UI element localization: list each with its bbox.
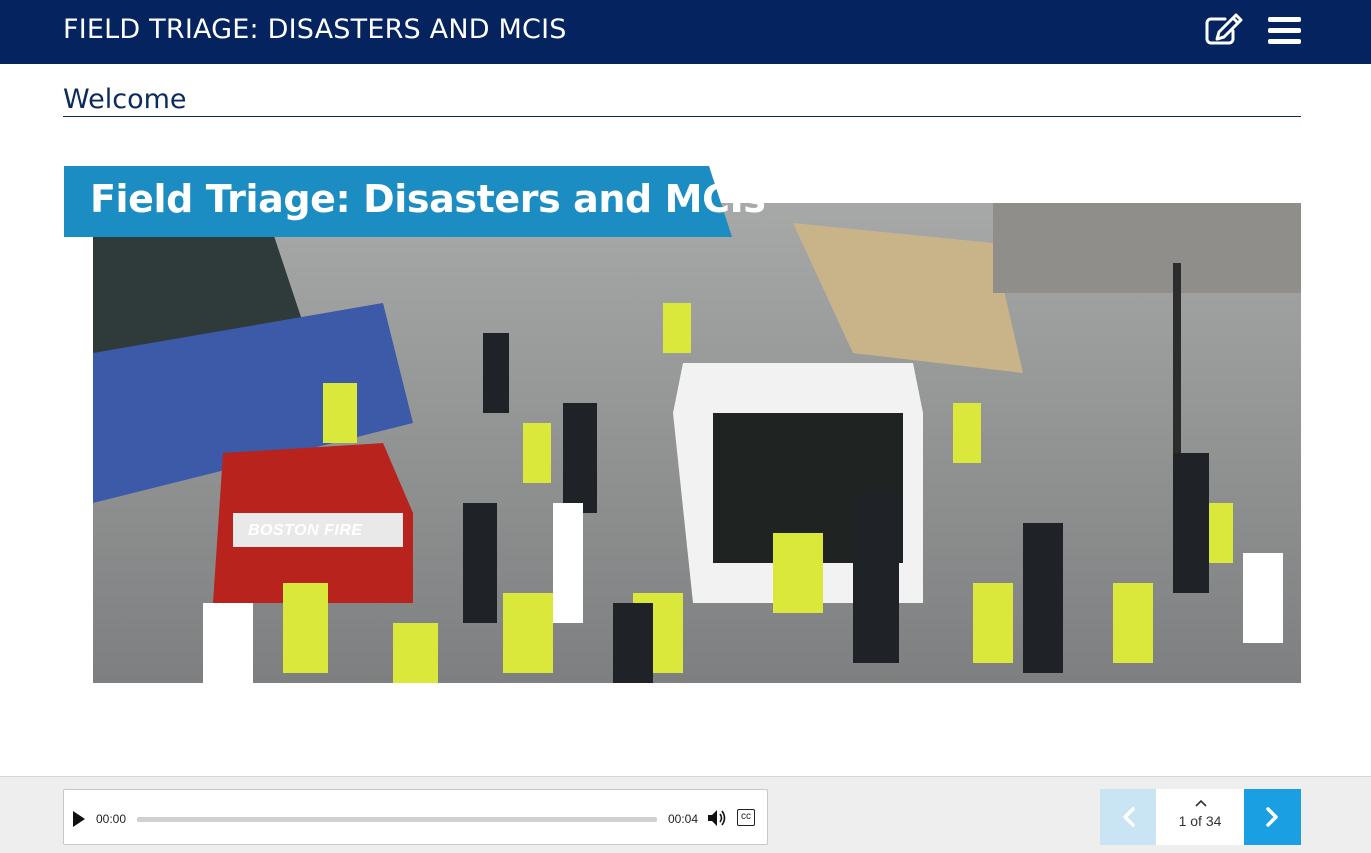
chevron-up-icon[interactable]: [1194, 795, 1208, 807]
next-page-button[interactable]: [1244, 789, 1301, 845]
page-indicator: 1 of 34: [1178, 813, 1222, 829]
scene-photo: [93, 203, 1301, 683]
current-time: 00:00: [96, 812, 127, 826]
chevron-right-icon: [1266, 807, 1278, 827]
play-icon[interactable]: [72, 810, 86, 828]
edit-note-icon[interactable]: [1203, 13, 1243, 47]
fire-truck-sign: BOSTON FIRE: [248, 522, 363, 539]
previous-page-button[interactable]: [1100, 789, 1156, 845]
duration-time: 00:04: [668, 812, 699, 826]
banner-title: Field Triage: Disasters and MCIs: [90, 177, 766, 221]
volume-icon[interactable]: [707, 809, 727, 827]
hamburger-menu-icon[interactable]: [1268, 16, 1302, 46]
closed-captions-button[interactable]: cc: [737, 809, 755, 826]
top-bar: FIELD TRIAGE: DISASTERS AND MCIS: [0, 0, 1371, 64]
heading-divider: [63, 116, 1301, 117]
progress-bar[interactable]: [137, 817, 657, 822]
page-title: Welcome: [63, 84, 187, 115]
chevron-left-icon: [1123, 807, 1135, 827]
app-title: FIELD TRIAGE: DISASTERS AND MCIS: [63, 14, 567, 45]
